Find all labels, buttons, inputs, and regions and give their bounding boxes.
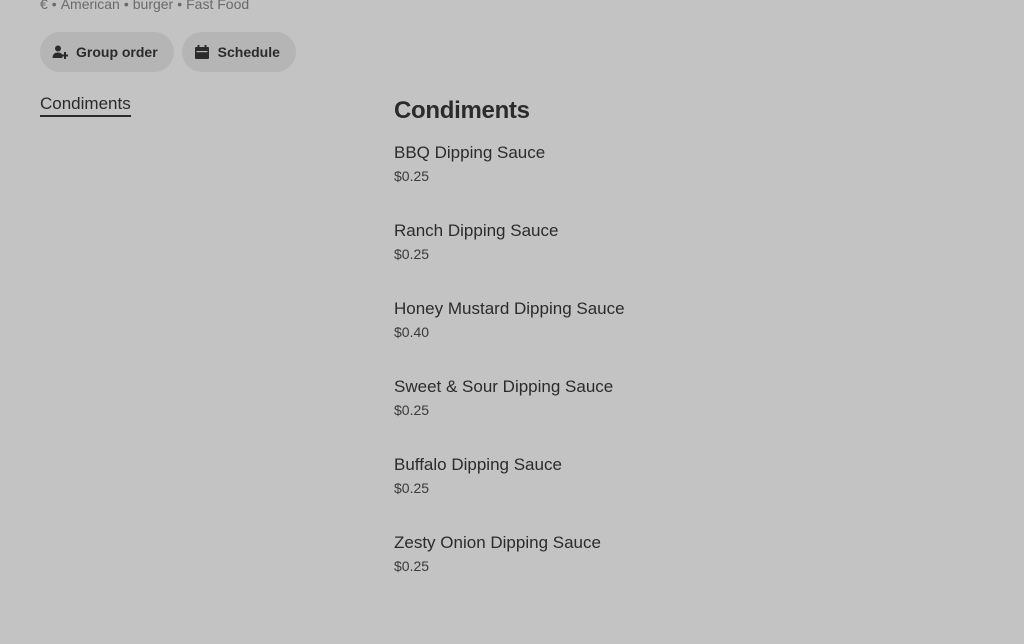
item-name: BBQ Dipping Sauce (394, 143, 546, 162)
item-name: Ranch Dipping Sauce (394, 221, 559, 240)
item-price: $0.25 (394, 168, 430, 184)
person-add-icon (52, 44, 68, 60)
menu-item[interactable]: Sweet & Sour Dipping Sauce $0.25 (394, 376, 954, 452)
tag-separator: • (123, 0, 129, 12)
group-order-button[interactable]: Group order (40, 32, 174, 72)
group-order-label: Group order (76, 44, 158, 60)
item-price: $0.25 (394, 558, 430, 574)
tag-separator: • (51, 0, 57, 12)
calendar-icon (194, 44, 210, 60)
tag-price-level: € (40, 0, 48, 12)
menu-item[interactable]: Ranch Dipping Sauce $0.25 (394, 220, 954, 296)
item-price: $0.25 (394, 246, 430, 262)
menu-item[interactable]: Buffalo Dipping Sauce $0.25 (394, 454, 954, 530)
item-name: Zesty Onion Dipping Sauce (394, 533, 601, 552)
menu-category-nav: Condiments (40, 94, 131, 117)
menu-item[interactable]: BBQ Dipping Sauce $0.25 (394, 142, 954, 218)
nav-item-condiments[interactable]: Condiments (40, 94, 131, 117)
item-name: Honey Mustard Dipping Sauce (394, 299, 625, 318)
tag-type: Fast Food (186, 0, 250, 12)
item-price: $0.40 (394, 324, 430, 340)
tag-cuisine: American (60, 0, 120, 12)
schedule-button[interactable]: Schedule (181, 32, 296, 72)
item-price: $0.25 (394, 402, 430, 418)
store-page: € • American • burger • Fast Food Group order (0, 0, 1024, 644)
store-actions: Group order Schedule (40, 32, 296, 72)
tag-category: burger (132, 0, 174, 12)
item-price: $0.25 (394, 480, 430, 496)
item-name: Buffalo Dipping Sauce (394, 455, 562, 474)
tag-separator: • (177, 0, 183, 12)
section-title: Condiments (394, 97, 530, 124)
item-name: Sweet & Sour Dipping Sauce (394, 377, 614, 396)
menu-item[interactable]: Zesty Onion Dipping Sauce $0.25 (394, 532, 954, 608)
menu-item[interactable]: Honey Mustard Dipping Sauce $0.40 (394, 298, 954, 374)
schedule-label: Schedule (217, 44, 280, 60)
store-tags: € • American • burger • Fast Food (40, 0, 249, 12)
menu-section-condiments: Condiments BBQ Dipping Sauce $0.25 Ranch… (394, 96, 954, 608)
